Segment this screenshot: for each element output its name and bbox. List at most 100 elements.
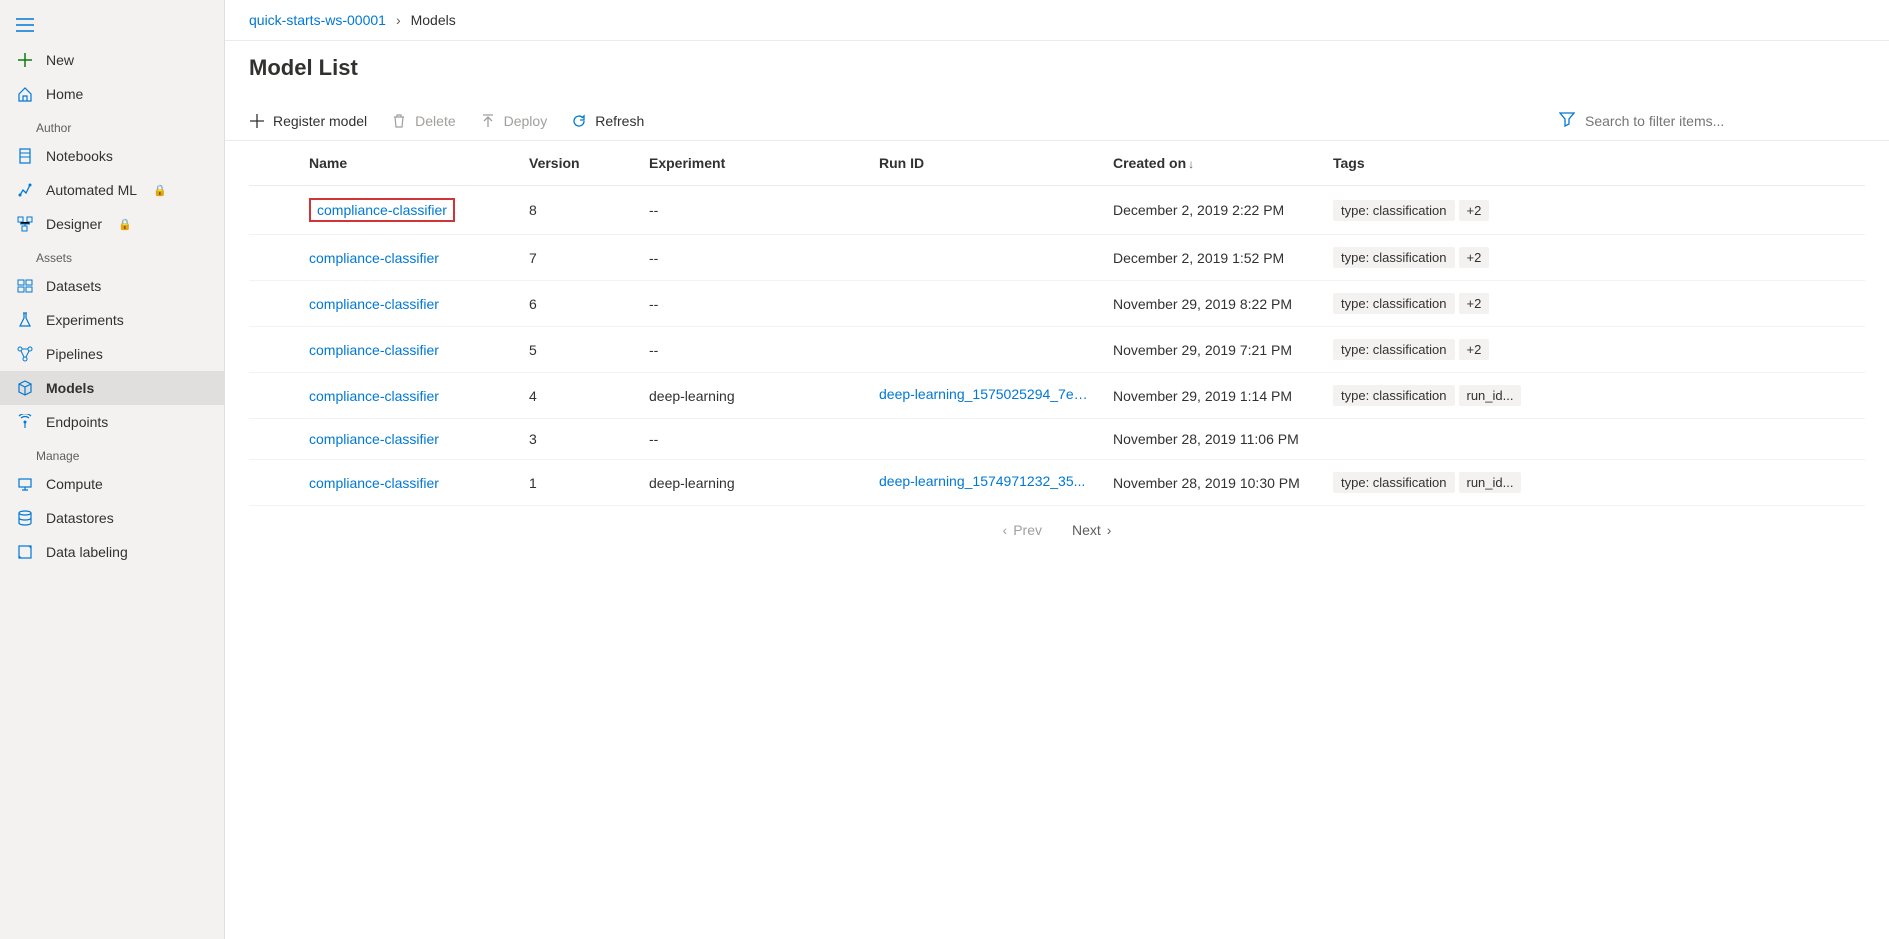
sidebar-item-home[interactable]: Home — [0, 77, 224, 111]
model-name-link[interactable]: compliance-classifier — [309, 296, 439, 312]
register-model-button[interactable]: Register model — [249, 113, 367, 129]
sidebar-item-designer[interactable]: Designer 🔒 — [0, 207, 224, 241]
table-row[interactable]: compliance-classifier6--November 29, 201… — [249, 281, 1865, 327]
version-cell: 1 — [517, 460, 637, 506]
toolbar: Register model Delete Deploy Refresh — [225, 101, 1889, 141]
table-row[interactable]: compliance-classifier3--November 28, 201… — [249, 419, 1865, 460]
sidebar-item-new[interactable]: New — [0, 43, 224, 77]
tag: +2 — [1459, 247, 1490, 268]
pager-label: Prev — [1013, 522, 1042, 538]
datasets-icon — [16, 277, 34, 295]
designer-icon — [16, 215, 34, 233]
table-row[interactable]: compliance-classifier 1deep-learning deep-… — [249, 460, 1865, 506]
search-input[interactable] — [1585, 113, 1765, 129]
delete-button: Delete — [391, 113, 455, 129]
created-cell: December 2, 2019 2:22 PM — [1101, 186, 1321, 235]
experiment-cell: -- — [637, 186, 867, 235]
sidebar-section-assets: Assets — [0, 241, 224, 269]
home-icon — [16, 85, 34, 103]
pager-label: Next — [1072, 522, 1101, 538]
sidebar: New Home Author Notebooks Automated ML 🔒… — [0, 0, 225, 939]
sidebar-item-label: Data labeling — [46, 544, 128, 560]
model-name-link[interactable]: compliance-classifier — [309, 250, 439, 266]
main-content: quick-starts-ws-00001 › Models Model Lis… — [225, 0, 1889, 939]
models-table: Name Version Experiment Run ID Created o… — [249, 141, 1865, 506]
created-cell: November 28, 2019 10:30 PM — [1101, 460, 1321, 506]
created-cell: November 29, 2019 1:14 PM — [1101, 373, 1321, 419]
sidebar-item-data-labeling[interactable]: Data labeling — [0, 535, 224, 569]
column-run-id[interactable]: Run ID — [867, 141, 1101, 186]
sidebar-item-endpoints[interactable]: Endpoints — [0, 405, 224, 439]
table-row[interactable]: compliance-classifier 5-- November 29, 201… — [249, 327, 1865, 373]
version-cell: 5 — [517, 327, 637, 373]
tag: type: classification — [1333, 293, 1455, 314]
created-cell: November 29, 2019 7:21 PM — [1101, 327, 1321, 373]
tag: type: classification — [1333, 339, 1455, 360]
sidebar-item-label: Datastores — [46, 510, 114, 526]
table-row[interactable]: compliance-classifier7--December 2, 2019… — [249, 235, 1865, 281]
run-id-link[interactable]: deep-learning_1575025294_7e8... — [879, 386, 1089, 402]
model-name-link[interactable]: compliance-classifier — [309, 388, 439, 404]
column-experiment[interactable]: Experiment — [637, 141, 867, 186]
column-name[interactable]: Name — [297, 141, 517, 186]
sidebar-item-datasets[interactable]: Datasets — [0, 269, 224, 303]
sidebar-item-experiments[interactable]: Experiments — [0, 303, 224, 337]
sidebar-item-models[interactable]: Models — [0, 371, 224, 405]
tag: type: classification — [1333, 247, 1455, 268]
lock-icon: 🔒 — [118, 218, 132, 231]
sidebar-item-label: New — [46, 52, 74, 68]
model-name-link[interactable]: compliance-classifier — [309, 198, 455, 222]
sidebar-item-automated-ml[interactable]: Automated ML 🔒 — [0, 173, 224, 207]
checkbox-header — [249, 141, 297, 186]
chevron-left-icon: ‹ — [1003, 522, 1008, 538]
sidebar-item-label: Datasets — [46, 278, 101, 294]
table-row[interactable]: compliance-classifier8--December 2, 2019… — [249, 186, 1865, 235]
tag: run_id... — [1459, 472, 1522, 493]
model-name-link[interactable]: compliance-classifier — [309, 475, 439, 491]
sidebar-item-pipelines[interactable]: Pipelines — [0, 337, 224, 371]
model-name-link[interactable]: compliance-classifier — [309, 342, 439, 358]
run-id-link[interactable]: deep-learning_1574971232_35... — [879, 473, 1085, 489]
tag: +2 — [1459, 293, 1490, 314]
sidebar-item-label: Models — [46, 380, 94, 396]
sidebar-item-notebooks[interactable]: Notebooks — [0, 139, 224, 173]
prev-button: ‹ Prev — [1003, 522, 1042, 538]
table-row[interactable]: compliance-classifier4deep-learningdeep-… — [249, 373, 1865, 419]
flask-icon — [16, 311, 34, 329]
plus-icon — [249, 113, 265, 129]
breadcrumb-workspace-link[interactable]: quick-starts-ws-00001 — [249, 12, 386, 28]
sidebar-item-label: Compute — [46, 476, 103, 492]
trash-icon — [391, 113, 407, 129]
labeling-icon — [16, 543, 34, 561]
refresh-button[interactable]: Refresh — [571, 113, 644, 129]
tag: type: classification — [1333, 200, 1455, 221]
sidebar-item-datastores[interactable]: Datastores — [0, 501, 224, 535]
refresh-icon — [571, 113, 587, 129]
column-tags[interactable]: Tags — [1321, 141, 1865, 186]
sidebar-item-label: Automated ML — [46, 182, 137, 198]
sidebar-item-label: Home — [46, 86, 83, 102]
chevron-right-icon: › — [1107, 522, 1112, 538]
model-name-link[interactable]: compliance-classifier — [309, 431, 439, 447]
sidebar-section-author: Author — [0, 111, 224, 139]
tag: +2 — [1459, 339, 1490, 360]
toolbar-label: Refresh — [595, 113, 644, 129]
experiment-cell: -- — [637, 327, 867, 373]
hamburger-menu[interactable] — [0, 10, 224, 43]
column-version[interactable]: Version — [517, 141, 637, 186]
endpoints-icon — [16, 413, 34, 431]
next-button[interactable]: Next › — [1072, 522, 1111, 538]
sidebar-item-compute[interactable]: Compute — [0, 467, 224, 501]
sidebar-item-label: Pipelines — [46, 346, 103, 362]
models-icon — [16, 379, 34, 397]
sidebar-item-label: Notebooks — [46, 148, 113, 164]
experiment-cell: deep-learning — [637, 460, 867, 506]
datastore-icon — [16, 509, 34, 527]
page-title: Model List — [225, 41, 1889, 101]
search-box[interactable] — [1559, 111, 1865, 130]
tag: run_id... — [1459, 385, 1522, 406]
lock-icon: 🔒 — [153, 184, 167, 197]
column-created[interactable]: Created on↓ — [1101, 141, 1321, 186]
toolbar-label: Delete — [415, 113, 455, 129]
version-cell: 3 — [517, 419, 637, 460]
